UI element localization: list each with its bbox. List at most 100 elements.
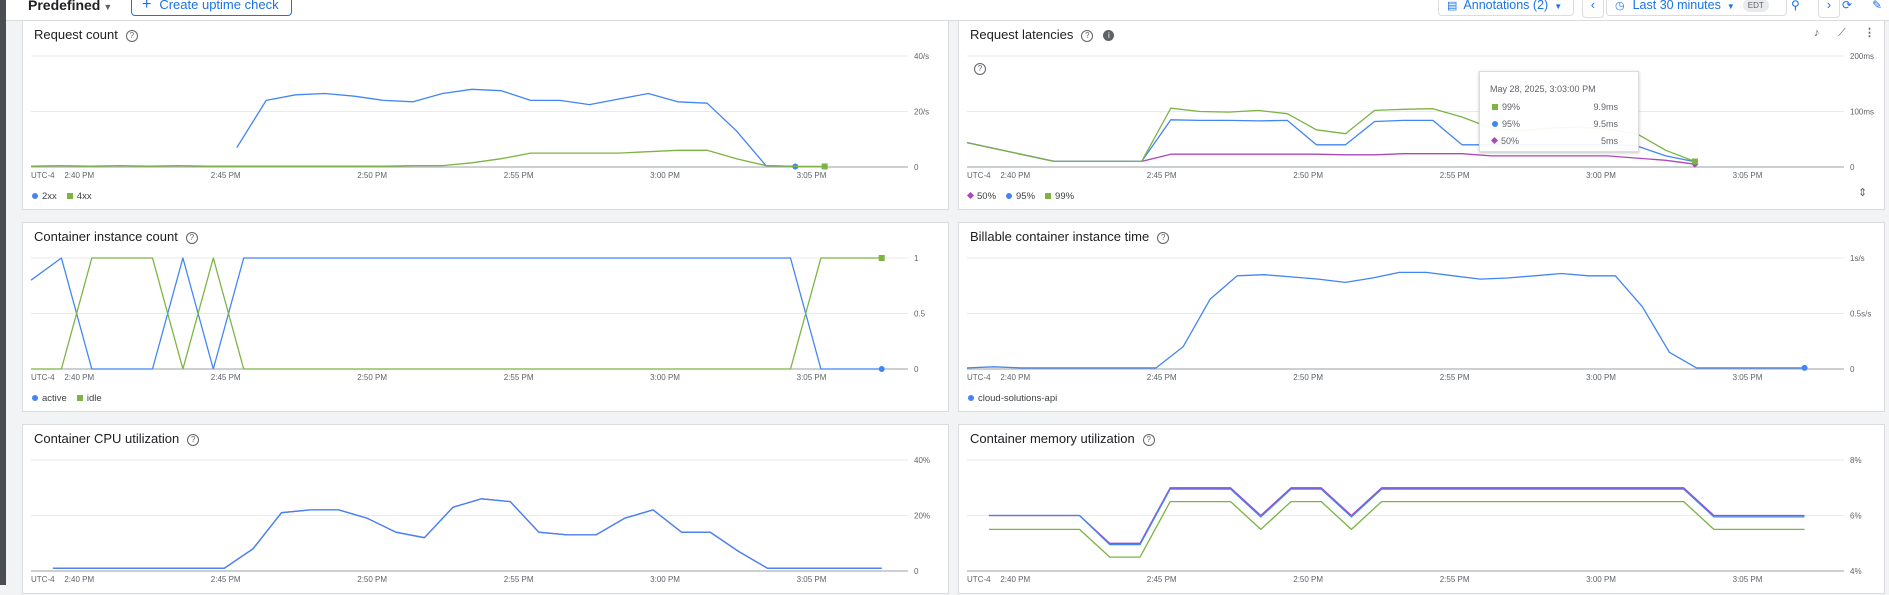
x-tick-label: UTC-4 (967, 373, 991, 382)
time-back-button[interactable]: ‹ (1582, 0, 1604, 18)
x-tick-label: 2:45 PM (211, 373, 241, 382)
plus-icon: + (142, 0, 152, 13)
tooltip-value: 9.5ms (1593, 119, 1618, 129)
x-tick-label: 2:50 PM (357, 575, 387, 584)
y-tick-label: 100ms (1850, 108, 1874, 117)
x-tick-label: 2:40 PM (64, 171, 94, 180)
clock-icon: ◷ (1615, 0, 1625, 12)
x-tick-label: 2:45 PM (211, 575, 241, 584)
annotations-icon: ▤ (1447, 0, 1458, 12)
request_latencies-chart: 200ms 100ms 0 UTC-4 2:40 PM 2:45 PM 2:50 PM 2:5… (966, 52, 1874, 180)
series-marker (878, 255, 885, 261)
series-marker (821, 163, 828, 170)
latency-tooltip: May 28, 2025, 3:03:00 PM 99% 9.9ms 95% 9.5… (1479, 71, 1639, 152)
series-line-blue (52, 498, 882, 569)
search-icon[interactable]: ⚲ (1791, 0, 1800, 12)
tooltip-row: 99% 9.9ms (1492, 102, 1628, 112)
x-tick-label: UTC-4 (967, 171, 991, 180)
y-tick-label: 1s/s (1850, 254, 1865, 263)
left-edge (0, 0, 6, 585)
request-latencies-panel: Request latencies? i ? ♪ ⟋ ⋮ ⇕ 50% 95% 99% … (958, 20, 1885, 210)
x-tick-label: 3:00 PM (1586, 373, 1616, 382)
create-uptime-label: Create uptime check (159, 0, 279, 12)
request_count-chart: 40/s 20/s 0 UTC-4 2:40 PM 2:45 PM 2:50 PM 2:55 … (30, 52, 929, 180)
x-tick-label: UTC-4 (31, 171, 55, 180)
x-tick-label: 3:00 PM (650, 373, 680, 382)
dashboard-toolbar: Predefined ▼ + Create uptime check ▤ Annota… (6, 0, 1889, 21)
chevron-left-icon: ‹ (1590, 0, 1596, 12)
instance_count-chart: 1 0.5 0 UTC-4 2:40 PM 2:45 PM 2:50 PM 2:55 PM 3:… (30, 254, 926, 382)
tooltip-row: 50% 5ms (1490, 136, 1628, 146)
x-tick-label: 2:50 PM (1293, 171, 1323, 180)
billable_time-chart: 1s/s 0.5s/s 0 UTC-4 2:40 PM 2:45 PM 2:50 PM 2:5… (966, 254, 1871, 382)
annotations-dropdown[interactable]: ▤ Annotations (2) ▼ (1438, 0, 1574, 16)
x-tick-label: 3:05 PM (1733, 171, 1763, 180)
create-uptime-check-button[interactable]: + Create uptime check (131, 0, 292, 16)
series-marker (1691, 158, 1698, 165)
tooltip-value: 9.9ms (1593, 102, 1618, 112)
y-tick-label: 0 (914, 163, 919, 172)
x-tick-label: 3:05 PM (797, 373, 827, 382)
refresh-icon[interactable]: ⟳ (1842, 0, 1852, 12)
x-tick-label: 2:40 PM (64, 373, 94, 382)
tooltip-label: 99% (1502, 102, 1521, 112)
x-tick-label: 2:55 PM (1440, 171, 1470, 180)
x-tick-label: UTC-4 (967, 575, 991, 584)
y-tick-label: 6% (1850, 512, 1862, 521)
x-tick-label: 2:55 PM (504, 575, 534, 584)
diamond-icon (1490, 136, 1499, 145)
x-tick-label: 3:05 PM (1733, 373, 1763, 382)
predefined-dropdown[interactable]: Predefined ▼ (28, 0, 112, 13)
x-tick-label: 3:05 PM (797, 575, 827, 584)
x-tick-label: 2:50 PM (1293, 575, 1323, 584)
series-line-4xx (30, 149, 825, 168)
edit-icon[interactable]: ✎ (1872, 0, 1882, 12)
chevron-right-icon: › (1826, 0, 1832, 12)
x-tick-label: 2:45 PM (1147, 171, 1177, 180)
y-tick-label: 0 (914, 365, 919, 374)
x-tick-label: 2:45 PM (211, 171, 241, 180)
y-tick-label: 8% (1850, 456, 1862, 465)
series-marker (1801, 364, 1808, 371)
chevron-down-icon: ▼ (1726, 2, 1735, 11)
x-tick-label: 2:45 PM (1147, 373, 1177, 382)
cpu_util-chart: 40% 20% 0 UTC-4 2:40 PM 2:45 PM 2:50 PM 2:55 PM… (31, 456, 930, 584)
series-line-purple (52, 498, 882, 569)
dot-icon (1492, 121, 1498, 127)
y-tick-label: 0 (1850, 365, 1855, 374)
y-tick-label: 20% (914, 512, 930, 521)
tooltip-label: 95% (1502, 119, 1521, 129)
request-count-panel: Request count? 2xx 4xx 40/s 20/s 0 UTC-4 2:40… (22, 20, 949, 210)
x-tick-label: 2:55 PM (504, 171, 534, 180)
x-tick-label: 2:50 PM (357, 171, 387, 180)
tooltip-time: May 28, 2025, 3:03:00 PM (1490, 84, 1596, 94)
y-tick-label: 0.5s/s (1850, 310, 1871, 319)
y-tick-label: 200ms (1850, 52, 1874, 61)
chevron-down-icon: ▼ (103, 2, 113, 12)
time-forward-button[interactable]: › (1818, 0, 1840, 18)
x-tick-label: 3:05 PM (797, 171, 827, 180)
y-tick-label: 20/s (914, 108, 929, 117)
x-tick-label: UTC-4 (31, 575, 55, 584)
time-range-picker[interactable]: ◷ Last 30 minutes ▼ EDT (1606, 0, 1787, 16)
time-range-label: Last 30 minutes (1632, 0, 1721, 12)
x-tick-label: 2:55 PM (504, 373, 534, 382)
billable-time-panel: Billable container instance time? cloud-… (958, 222, 1885, 412)
series-line-green (988, 500, 1805, 558)
y-tick-label: 0 (1850, 163, 1855, 172)
series-marker (878, 366, 885, 372)
y-tick-label: 4% (1850, 567, 1862, 576)
cpu-util-panel: Container CPU utilization? 40% 20% 0 UTC-4 2… (22, 424, 949, 594)
x-tick-label: 2:50 PM (357, 373, 387, 382)
x-tick-label: 2:55 PM (1440, 575, 1470, 584)
x-tick-label: 3:00 PM (650, 575, 680, 584)
x-tick-label: 2:40 PM (1000, 575, 1030, 584)
instance-count-panel: Container instance count? active idle 1 0.… (22, 222, 949, 412)
y-tick-label: 0.5 (914, 310, 926, 319)
x-tick-label: 2:50 PM (1293, 373, 1323, 382)
x-tick-label: 3:00 PM (1586, 171, 1616, 180)
tooltip-row: 95% 9.5ms (1492, 119, 1628, 129)
x-tick-label: 2:40 PM (1000, 373, 1030, 382)
predefined-label: Predefined (28, 0, 101, 13)
y-tick-label: 0 (914, 567, 919, 576)
